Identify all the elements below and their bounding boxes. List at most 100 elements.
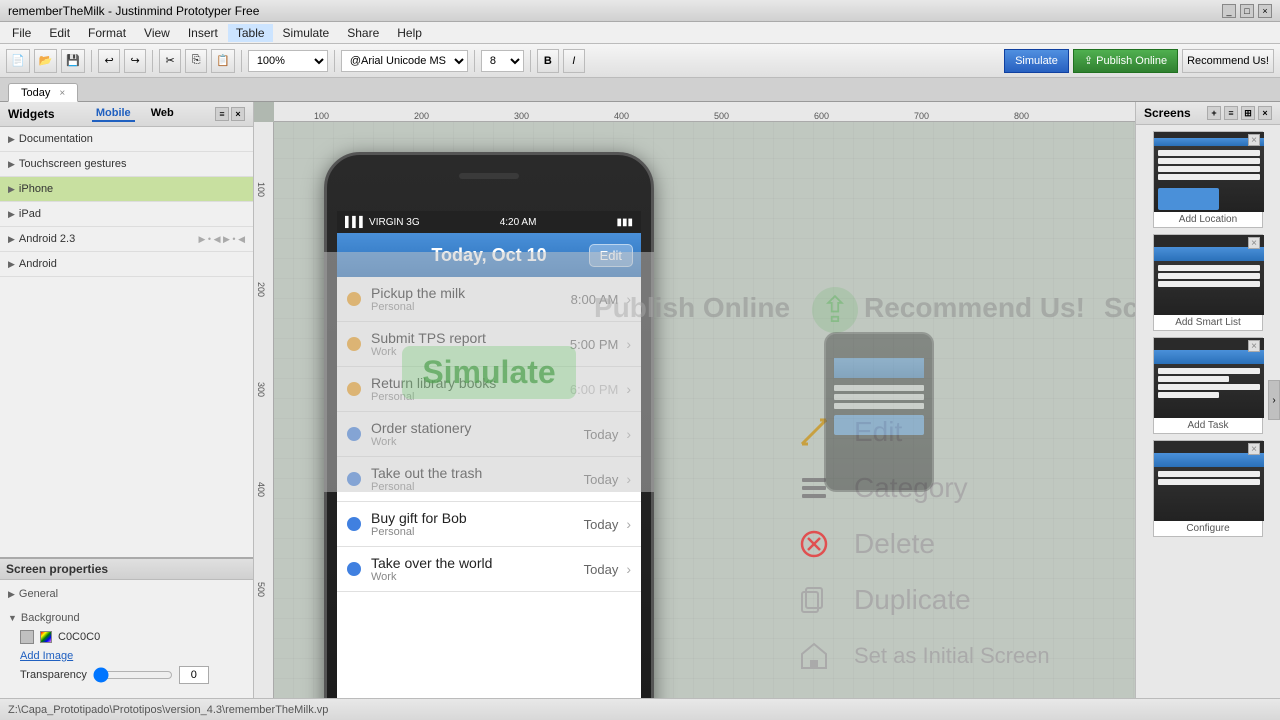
section-label: iPad: [19, 208, 41, 220]
screens-layout-icon[interactable]: ⊞: [1241, 106, 1255, 120]
screen-thumb-add-smart-list[interactable]: × Add Smart List: [1153, 234, 1263, 331]
general-label: General: [19, 588, 58, 600]
add-image-link[interactable]: Add Image: [20, 650, 73, 662]
simulate-button[interactable]: Simulate: [1004, 49, 1069, 73]
ruler-tick: 400: [614, 111, 629, 121]
redo-button[interactable]: ↪: [124, 49, 146, 73]
open-button[interactable]: 📂: [34, 49, 58, 73]
menu-insert[interactable]: Insert: [180, 24, 226, 42]
menu-simulate[interactable]: Simulate: [275, 24, 338, 42]
ruler-tick: 300: [256, 382, 266, 397]
paste-button[interactable]: 📋: [211, 49, 235, 73]
ctx-duplicate-item[interactable]: Duplicate: [794, 580, 1114, 620]
canvas-content: ▌▌▌ VIRGIN 3G 4:20 AM ▮▮▮ Today, Oct 10 …: [274, 122, 1135, 698]
menu-edit[interactable]: Edit: [41, 24, 78, 42]
web-tab[interactable]: Web: [147, 106, 178, 122]
thumb-close-icon[interactable]: ×: [1248, 237, 1260, 249]
section-label: Android: [19, 258, 57, 270]
screens-menu-icon[interactable]: ≡: [1224, 106, 1238, 120]
screen-thumb-add-task[interactable]: × Add Task: [1153, 337, 1263, 434]
transparency-value[interactable]: 0: [179, 666, 209, 684]
color-swatch-2[interactable]: [40, 631, 52, 643]
task-name: Take over the world: [371, 555, 584, 571]
task-dot-blue: [347, 562, 361, 576]
publish-button[interactable]: ⇪ Publish Online: [1073, 49, 1178, 73]
recommend-button[interactable]: Recommend Us!: [1182, 49, 1274, 73]
ctx-delete-item[interactable]: Delete: [794, 524, 1114, 564]
section-android[interactable]: ▶ Android: [0, 252, 253, 277]
thumb-close-icon[interactable]: ×: [1248, 340, 1260, 352]
ruler-tick: 200: [414, 111, 429, 121]
thumb-close-icon[interactable]: ×: [1248, 443, 1260, 455]
ruler-tick: 200: [256, 282, 266, 297]
ruler-tick: 400: [256, 482, 266, 497]
zoom-select[interactable]: 100% 75% 150%: [248, 50, 328, 72]
set-initial-label: Set as Initial Screen: [854, 643, 1050, 669]
ruler-tick: 100: [256, 182, 266, 197]
battery-icon: ▮▮▮: [616, 217, 633, 228]
font-size-select[interactable]: 8 10 12: [481, 50, 524, 72]
bold-button[interactable]: B: [537, 49, 559, 73]
color-swatch[interactable]: [20, 630, 34, 644]
task-dot-blue: [347, 517, 361, 531]
phone-speaker: [459, 173, 519, 179]
screen-label: Add Location: [1154, 212, 1262, 227]
ruler-tick: 700: [914, 111, 929, 121]
thumb-close-icon[interactable]: ×: [1248, 134, 1260, 146]
right-panel: Screens + ≡ ⊞ × ×: [1135, 102, 1280, 698]
menu-table[interactable]: Table: [228, 24, 273, 42]
cut-button[interactable]: ✂: [159, 49, 181, 73]
ruler-tick: 600: [814, 111, 829, 121]
screens-close-icon[interactable]: ×: [1258, 106, 1272, 120]
duplicate-icon: [794, 580, 834, 620]
section-documentation[interactable]: ▶ Documentation: [0, 127, 253, 152]
widgets-panel-menu[interactable]: ≡: [215, 107, 229, 121]
simulate-label: Simulate: [402, 346, 575, 399]
close-button[interactable]: ×: [1258, 4, 1272, 18]
task-item[interactable]: Take over the world Work Today ›: [337, 547, 641, 592]
task-item[interactable]: Buy gift for Bob Personal Today ›: [337, 502, 641, 547]
widgets-title: Widgets: [8, 107, 55, 121]
right-panel-expand-icon[interactable]: ›: [1268, 380, 1280, 420]
italic-button[interactable]: I: [563, 49, 585, 73]
transparency-slider[interactable]: [93, 667, 173, 683]
copy-button[interactable]: ⎘: [185, 49, 207, 73]
chevron-right-icon: ›: [626, 561, 631, 577]
maximize-button[interactable]: □: [1240, 4, 1254, 18]
delete-label: Delete: [854, 528, 935, 560]
ctx-set-initial-item[interactable]: Set as Initial Screen: [794, 636, 1114, 676]
phone-thumb-faded: [824, 332, 934, 492]
menu-help[interactable]: Help: [389, 24, 430, 42]
tab-close-icon[interactable]: ×: [59, 88, 65, 99]
tab-today[interactable]: Today ×: [8, 83, 78, 102]
undo-button[interactable]: ↩: [98, 49, 120, 73]
ruler-tick: 100: [314, 111, 329, 121]
menu-file[interactable]: File: [4, 24, 39, 42]
toolbar-separator-1: [91, 50, 92, 72]
section-android23[interactable]: ▶ Android 2.3 ▶ • ◀ ▶ • ◀: [0, 227, 253, 252]
widgets-panel-close[interactable]: ×: [231, 107, 245, 121]
font-select[interactable]: @Arial Unicode MS: [341, 50, 468, 72]
screens-label: Screens: [1104, 292, 1135, 324]
mobile-tab[interactable]: Mobile: [92, 106, 135, 122]
color-value: C0C0C0: [58, 631, 100, 643]
section-touchscreen[interactable]: ▶ Touchscreen gestures: [0, 152, 253, 177]
section-ipad[interactable]: ▶ iPad: [0, 202, 253, 227]
title-controls[interactable]: _ □ ×: [1222, 4, 1272, 18]
minimize-button[interactable]: _: [1222, 4, 1236, 18]
triangle-icon: ▶: [8, 134, 15, 145]
save-button[interactable]: 💾: [61, 49, 85, 73]
screen-thumb-configure[interactable]: × Configure: [1153, 440, 1263, 537]
transparency-label: Transparency: [20, 669, 87, 681]
menu-format[interactable]: Format: [80, 24, 134, 42]
screen-thumb-add-location[interactable]: × Add Location: [1153, 131, 1263, 228]
tab-bar: Today ×: [0, 78, 1280, 102]
ruler-tick: 500: [714, 111, 729, 121]
horizontal-ruler: 100 200 300 400 500 600 700 800: [274, 102, 1135, 122]
menu-view[interactable]: View: [136, 24, 178, 42]
screens-add-icon[interactable]: +: [1207, 106, 1221, 120]
new-button[interactable]: 📄: [6, 49, 30, 73]
menu-share[interactable]: Share: [339, 24, 387, 42]
section-iphone[interactable]: ▶ iPhone: [0, 177, 253, 202]
toolbar-separator-2: [152, 50, 153, 72]
